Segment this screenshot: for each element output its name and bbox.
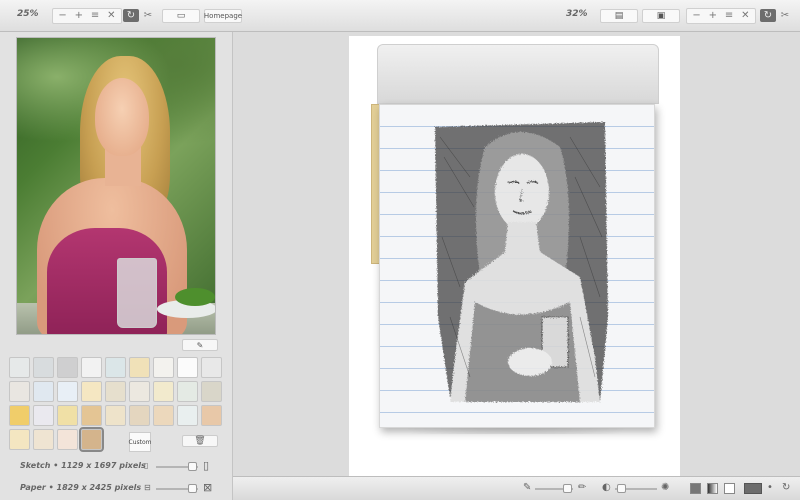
zoom-out-icon[interactable]: − bbox=[56, 10, 69, 22]
fine-pencil-icon: ✎ bbox=[523, 482, 532, 493]
slider-knob[interactable] bbox=[617, 484, 626, 493]
paper-swatch[interactable] bbox=[201, 357, 222, 378]
edit-button[interactable]: ✎ bbox=[182, 339, 218, 351]
paper-swatch[interactable] bbox=[9, 405, 30, 426]
contrast-icon: ◐ bbox=[602, 482, 611, 493]
pencil-slider[interactable] bbox=[535, 484, 573, 493]
zoom-in-icon[interactable]: + bbox=[706, 10, 719, 22]
line-mode-button[interactable] bbox=[744, 483, 762, 494]
save-icon: ▣ bbox=[656, 11, 666, 21]
paper-swatch[interactable] bbox=[201, 405, 222, 426]
paper-swatch[interactable] bbox=[81, 405, 102, 426]
right-zoom-controls: − + ≡ ✕ bbox=[686, 8, 756, 24]
large-paper-icon: ⊠ bbox=[203, 481, 213, 494]
zoom-in-icon[interactable]: + bbox=[72, 10, 85, 22]
paper-swatch[interactable] bbox=[9, 429, 30, 450]
dot-icon[interactable]: • bbox=[767, 482, 773, 493]
pencil-icon: ✎ bbox=[196, 340, 204, 350]
paper-swatch[interactable] bbox=[79, 427, 104, 452]
left-zoom-label: 25% bbox=[17, 9, 39, 19]
paper-size-slider[interactable] bbox=[156, 484, 198, 493]
texture-mode-icon[interactable] bbox=[690, 483, 701, 494]
printer-icon: ▤ bbox=[614, 11, 624, 21]
gradient-mode-icon[interactable] bbox=[707, 483, 718, 494]
paper-size-info: Paper • 1829 x 2425 pixels bbox=[20, 483, 142, 492]
folder-icon: ▭ bbox=[176, 11, 186, 21]
zoom-out-icon[interactable]: − bbox=[690, 10, 703, 22]
paper-swatch[interactable] bbox=[105, 381, 126, 402]
paper-swatch[interactable] bbox=[153, 381, 174, 402]
source-photo bbox=[16, 37, 216, 335]
notebook-flipped-pages bbox=[377, 44, 659, 104]
paper-swatch[interactable] bbox=[201, 381, 222, 402]
actual-size-icon[interactable]: ✕ bbox=[739, 10, 752, 22]
cut-icon[interactable]: ✂ bbox=[141, 10, 155, 22]
paper-swatch[interactable] bbox=[105, 357, 126, 378]
paper-swatch[interactable] bbox=[9, 357, 30, 378]
paper-swatch[interactable] bbox=[129, 405, 150, 426]
paper-swatch[interactable] bbox=[33, 357, 54, 378]
paper-swatch[interactable] bbox=[153, 405, 174, 426]
print-button[interactable]: ▤ bbox=[600, 9, 638, 23]
slider-knob[interactable] bbox=[188, 462, 197, 471]
notebook-preview bbox=[371, 44, 661, 434]
rotate-button[interactable]: ↻ bbox=[123, 9, 139, 22]
paper-swatch[interactable] bbox=[57, 405, 78, 426]
paper-swatch[interactable] bbox=[177, 357, 198, 378]
paper-swatch[interactable] bbox=[177, 405, 198, 426]
small-page-icon: ▯ bbox=[144, 461, 149, 470]
paper-swatch[interactable] bbox=[57, 429, 78, 450]
rotate-icon[interactable]: ↻ bbox=[782, 482, 790, 493]
large-page-icon: ▯ bbox=[203, 459, 210, 472]
slider-knob[interactable] bbox=[563, 484, 572, 493]
color-wheel-icon[interactable]: ✺ bbox=[661, 482, 669, 493]
sketch-size-info: Sketch • 1129 x 1697 pixels bbox=[20, 461, 146, 470]
slider-knob[interactable] bbox=[188, 484, 197, 493]
paper-swatch[interactable] bbox=[33, 381, 54, 402]
custom-paper-button[interactable]: Custom bbox=[129, 432, 152, 452]
output-canvas bbox=[349, 36, 680, 476]
rotate-button[interactable]: ↻ bbox=[760, 9, 776, 22]
plain-mode-icon[interactable] bbox=[724, 483, 735, 494]
fit-icon[interactable]: ≡ bbox=[89, 10, 102, 22]
paper-swatch[interactable] bbox=[9, 381, 30, 402]
small-paper-icon: ⊟ bbox=[144, 483, 151, 492]
sketch-size-slider[interactable] bbox=[156, 462, 198, 471]
left-panel: ✎ Custom 🗑 Sketch • 1129 x 1697 pixels ▯… bbox=[0, 32, 233, 500]
open-button[interactable]: ▭ bbox=[162, 9, 200, 23]
delete-button[interactable]: 🗑 bbox=[182, 435, 218, 447]
actual-size-icon[interactable]: ✕ bbox=[105, 10, 118, 22]
paper-swatch[interactable] bbox=[81, 357, 102, 378]
color-slider[interactable] bbox=[615, 484, 657, 493]
cut-icon[interactable]: ✂ bbox=[778, 10, 792, 22]
paper-swatch[interactable] bbox=[177, 381, 198, 402]
bottom-toolbar: ✎ ✏ ◐ ✺ • ↻ bbox=[233, 476, 800, 500]
trash-icon: 🗑 bbox=[194, 436, 206, 446]
right-zoom-label: 32% bbox=[566, 9, 588, 19]
homepage-button[interactable]: Homepage bbox=[204, 9, 242, 23]
left-zoom-controls: − + ≡ ✕ bbox=[52, 8, 122, 24]
paper-swatch[interactable] bbox=[33, 405, 54, 426]
paper-swatch[interactable] bbox=[129, 381, 150, 402]
save-button[interactable]: ▣ bbox=[642, 9, 680, 23]
notebook-page bbox=[379, 104, 655, 428]
paper-swatch[interactable] bbox=[153, 357, 174, 378]
pencil-sketch bbox=[435, 122, 608, 402]
paper-swatch[interactable] bbox=[57, 357, 78, 378]
paper-swatch[interactable] bbox=[57, 381, 78, 402]
fit-icon[interactable]: ≡ bbox=[723, 10, 736, 22]
paper-swatch[interactable] bbox=[129, 357, 150, 378]
paper-swatch[interactable] bbox=[105, 405, 126, 426]
paper-swatch[interactable] bbox=[81, 381, 102, 402]
paper-swatch[interactable] bbox=[33, 429, 54, 450]
thick-pencil-icon: ✏ bbox=[578, 482, 587, 493]
top-toolbar: 25% − + ≡ ✕ ↻ ✂ ▭ Homepage 32% ▤ ▣ − + ≡… bbox=[0, 0, 800, 32]
